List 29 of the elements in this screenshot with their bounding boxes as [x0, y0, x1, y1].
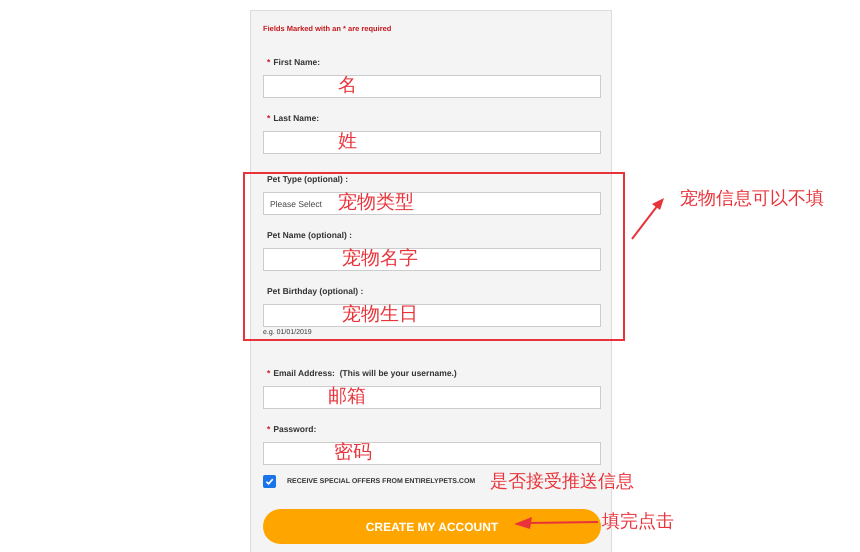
- annotation-note: 宠物名字: [342, 249, 418, 268]
- field-label: First Name:: [273, 56, 320, 68]
- field-label: Pet Birthday (optional) :: [267, 285, 364, 297]
- field-label: Pet Name (optional) :: [267, 229, 352, 241]
- required-mark: *: [267, 112, 270, 124]
- annotation-note: 名: [338, 76, 357, 95]
- input-field[interactable]: [263, 248, 601, 271]
- annotation-note: 填完点击: [602, 512, 674, 530]
- annotation-note: 密码: [334, 443, 372, 462]
- annotation-arrow: [630, 197, 666, 241]
- input-field[interactable]: [263, 75, 601, 98]
- annotation-note: 是否接受推送信息: [490, 472, 634, 490]
- annotation-note: 宠物信息可以不填: [680, 189, 824, 207]
- password-field[interactable]: [263, 442, 601, 465]
- required-mark: *: [267, 423, 270, 435]
- annotation-note: 宠物生日: [342, 305, 418, 324]
- field-label: Password:: [273, 423, 316, 435]
- annotation-note: 姓: [338, 132, 357, 151]
- required-mark: *: [267, 367, 270, 379]
- field-label: Last Name:: [273, 112, 320, 124]
- required-mark: *: [267, 56, 270, 68]
- input-field[interactable]: [263, 386, 601, 409]
- offers-checkbox[interactable]: [263, 474, 276, 488]
- field-label: Email Address: (This will be your username.): [273, 367, 457, 379]
- input-field[interactable]: [263, 131, 601, 154]
- field-label: Pet Type (optional) :: [267, 173, 348, 185]
- input-field[interactable]: [263, 304, 601, 327]
- annotation-note: 邮箱: [328, 387, 366, 406]
- annotation-note: 宠物类型: [338, 193, 414, 212]
